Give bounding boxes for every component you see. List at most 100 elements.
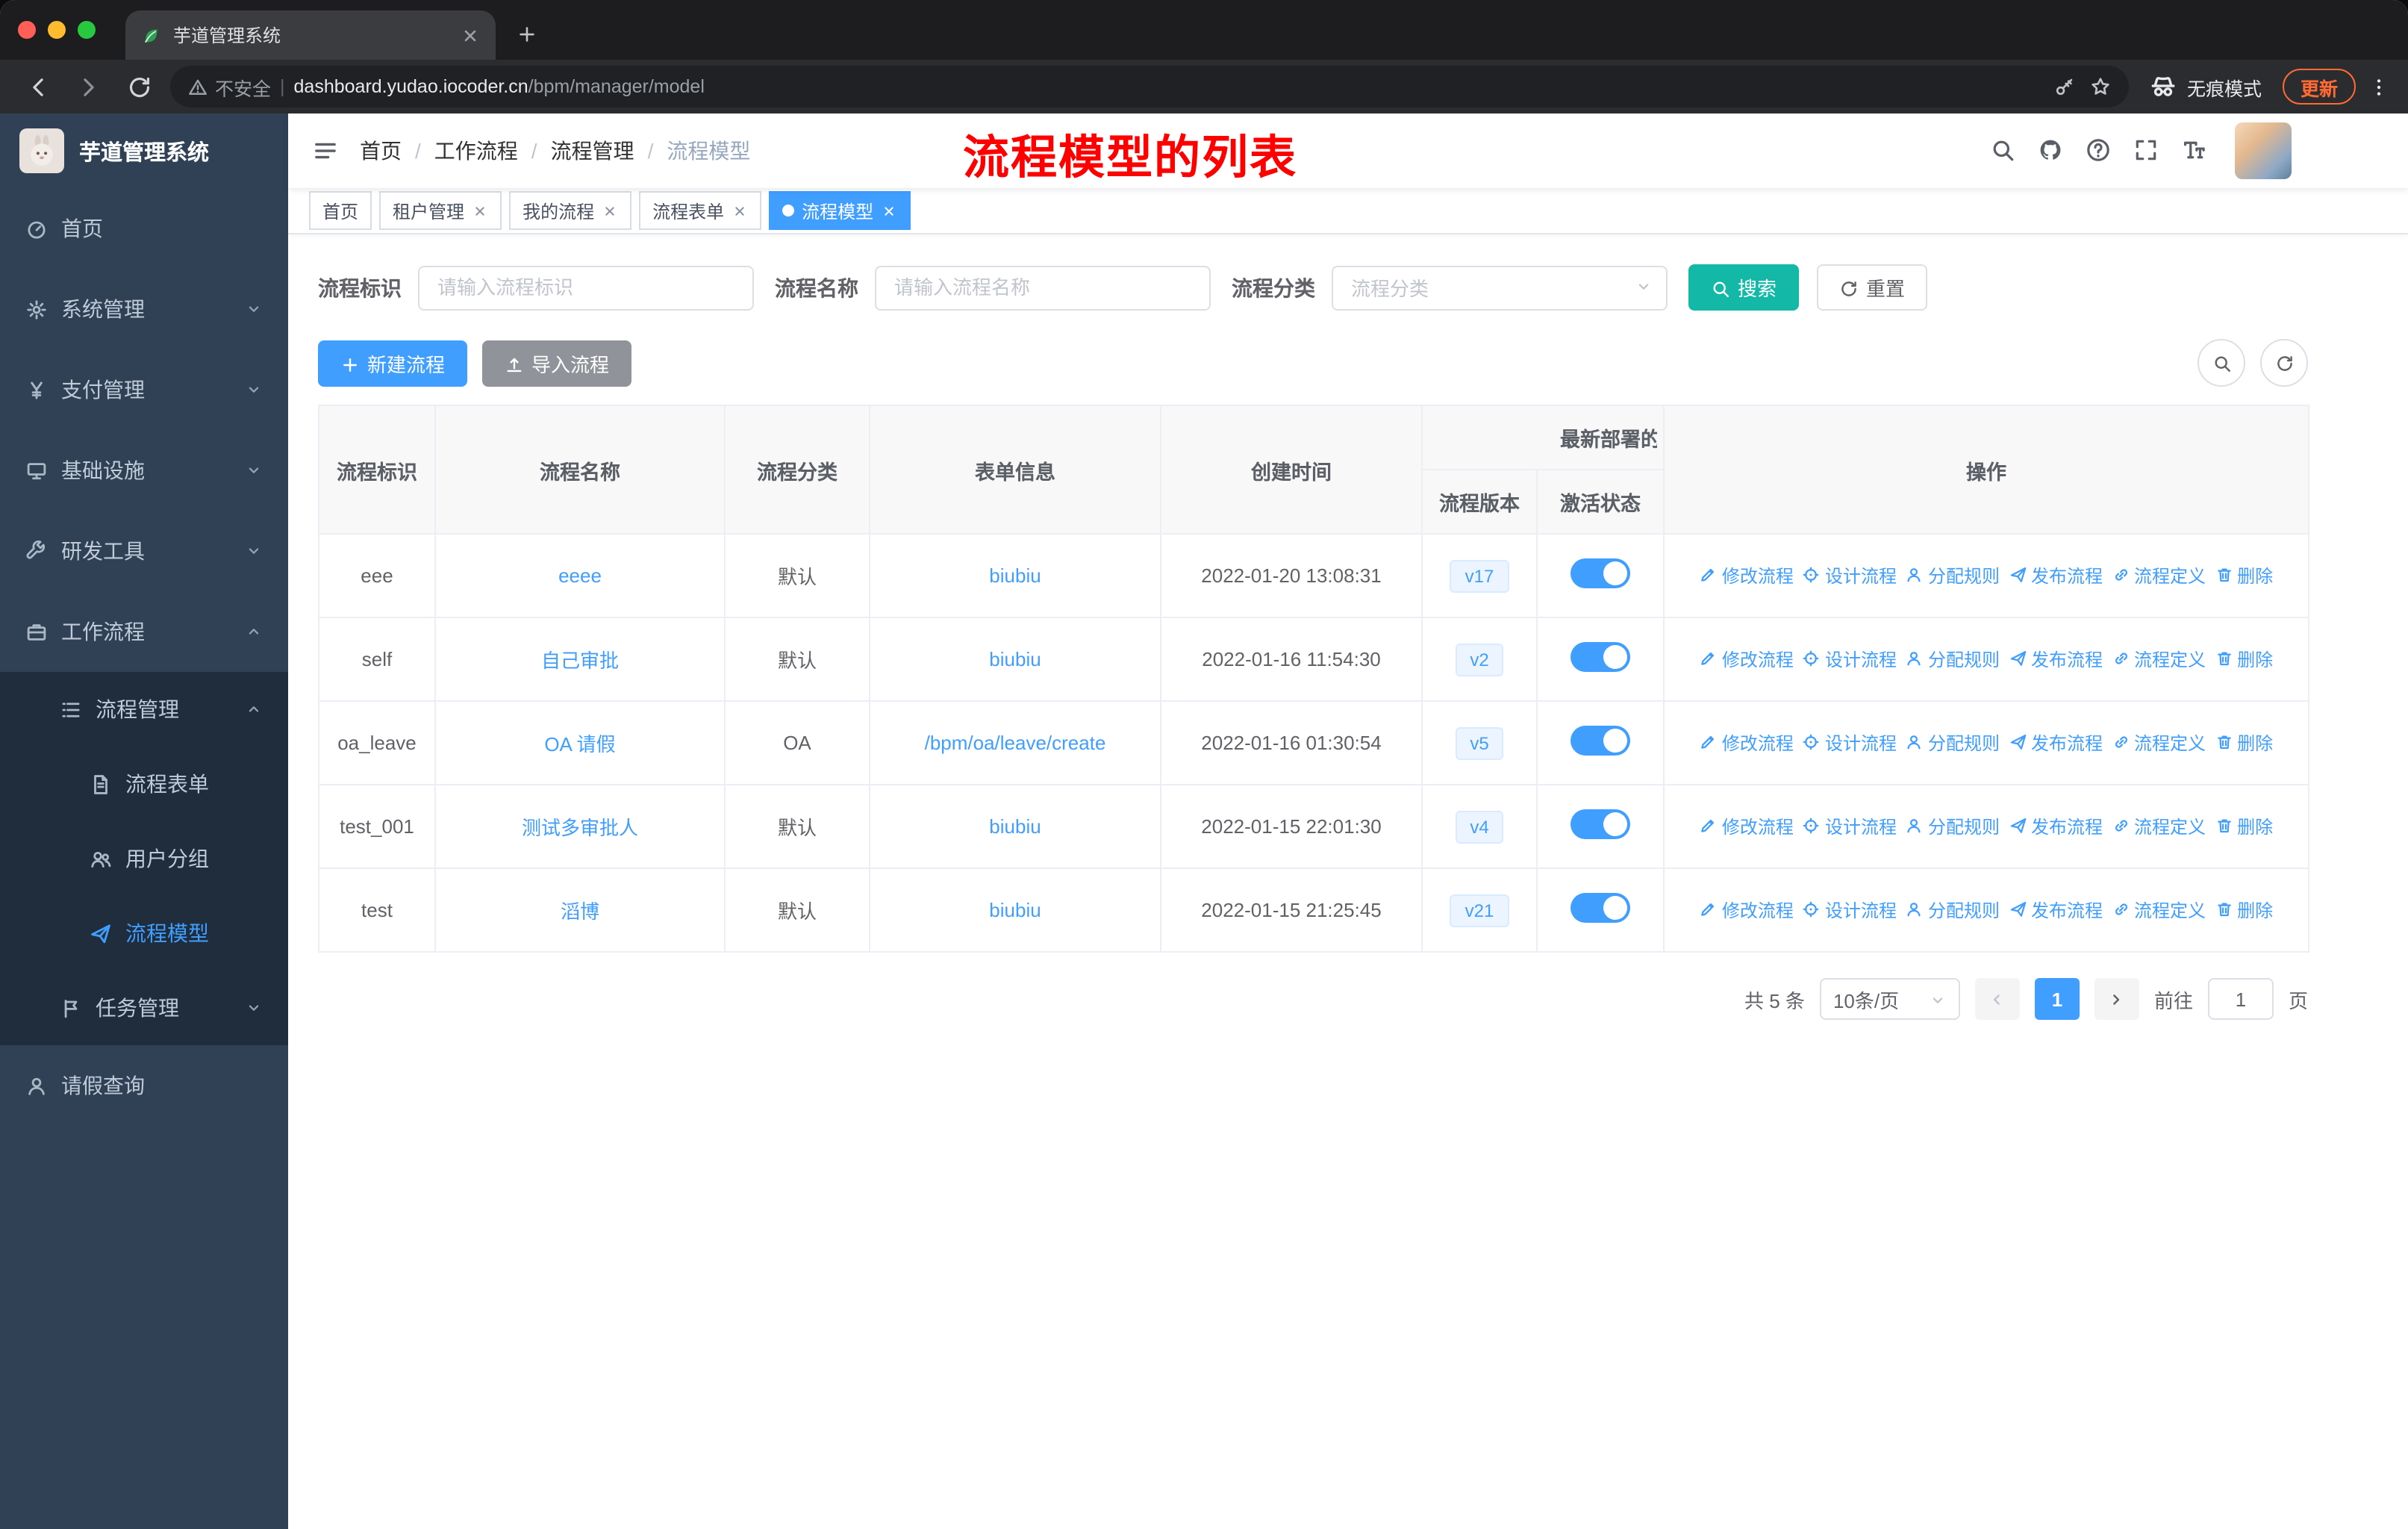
process-name-link[interactable]: eeee — [558, 564, 602, 587]
font-size-icon[interactable] — [2181, 137, 2206, 164]
process-name-link[interactable]: 测试多审批人 — [522, 817, 638, 839]
action-publish[interactable]: 发布流程 — [2009, 563, 2103, 588]
form-link[interactable]: biubiu — [989, 648, 1041, 670]
action-delete[interactable]: 删除 — [2215, 647, 2273, 672]
sidebar-item-process-form[interactable]: 流程表单 — [0, 747, 288, 821]
search-button[interactable]: 搜索 — [1688, 264, 1800, 311]
page-size-select[interactable]: 10条/页 — [1819, 978, 1960, 1020]
sidebar-item-system[interactable]: 系统管理 — [0, 269, 288, 349]
github-icon[interactable] — [2038, 137, 2063, 164]
import-process-button[interactable]: 导入流程 — [482, 340, 632, 386]
sidebar-toggle-button[interactable] — [312, 137, 339, 164]
action-definition[interactable]: 流程定义 — [2112, 897, 2206, 923]
action-design[interactable]: 设计流程 — [1803, 730, 1897, 756]
window-close-button[interactable] — [18, 21, 36, 39]
toggle-search-button[interactable] — [2198, 339, 2245, 387]
action-modify[interactable]: 修改流程 — [1700, 730, 1794, 756]
fullscreen-icon[interactable] — [2133, 137, 2159, 164]
next-page-button[interactable] — [2094, 978, 2139, 1020]
action-publish[interactable]: 发布流程 — [2009, 647, 2103, 672]
sidebar-item-devtools[interactable]: 研发工具 — [0, 511, 288, 591]
window-minimize-button[interactable] — [48, 21, 66, 39]
reload-button[interactable] — [119, 67, 158, 106]
tag-流程模型[interactable]: 流程模型 — [769, 191, 911, 230]
process-name-input[interactable] — [875, 265, 1211, 310]
browser-tab[interactable]: 芋道管理系统 — [125, 10, 496, 60]
process-name-link[interactable]: 滔博 — [561, 900, 599, 923]
sidebar-item-process-model[interactable]: 流程模型 — [0, 896, 288, 971]
new-tab-button[interactable] — [508, 15, 546, 54]
sidebar-item-task-management[interactable]: 任务管理 — [0, 971, 288, 1045]
create-process-button[interactable]: 新建流程 — [318, 340, 468, 386]
sidebar-item-leave-query[interactable]: 请假查询 — [0, 1045, 288, 1126]
user-avatar[interactable] — [2235, 122, 2292, 179]
sidebar-item-infrastructure[interactable]: 基础设施 — [0, 430, 288, 511]
form-link[interactable]: /bpm/oa/leave/create — [925, 732, 1106, 754]
sidebar-item-user-group[interactable]: 用户分组 — [0, 821, 288, 896]
action-publish[interactable]: 发布流程 — [2009, 814, 2103, 839]
refresh-table-button[interactable] — [2260, 339, 2308, 387]
action-definition[interactable]: 流程定义 — [2112, 814, 2206, 839]
tag-我的流程[interactable]: 我的流程 — [509, 191, 632, 230]
back-button[interactable] — [18, 67, 57, 106]
process-key-input[interactable] — [418, 265, 754, 310]
sidebar-item-workflow[interactable]: 工作流程 — [0, 591, 288, 672]
process-name-link[interactable]: 自己审批 — [541, 650, 619, 672]
action-assign[interactable]: 分配规则 — [1906, 730, 2000, 756]
action-modify[interactable]: 修改流程 — [1700, 647, 1794, 672]
action-definition[interactable]: 流程定义 — [2112, 730, 2206, 756]
tag-租户管理[interactable]: 租户管理 — [379, 191, 502, 230]
current-page-button[interactable]: 1 — [2034, 978, 2080, 1020]
action-design[interactable]: 设计流程 — [1803, 897, 1897, 923]
action-modify[interactable]: 修改流程 — [1700, 897, 1794, 923]
update-button[interactable]: 更新 — [2282, 69, 2356, 105]
category-select[interactable]: 流程分类 — [1332, 265, 1668, 310]
action-design[interactable]: 设计流程 — [1803, 814, 1897, 839]
forward-button[interactable] — [69, 67, 107, 106]
sidebar-item-payment[interactable]: 支付管理 — [0, 349, 288, 430]
action-design[interactable]: 设计流程 — [1803, 647, 1897, 672]
process-name-link[interactable]: OA 请假 — [544, 733, 615, 756]
window-zoom-button[interactable] — [78, 21, 96, 39]
breadcrumb-item[interactable]: 工作流程 — [434, 136, 518, 166]
action-modify[interactable]: 修改流程 — [1700, 814, 1794, 839]
active-switch[interactable] — [1570, 558, 1630, 588]
form-link[interactable]: biubiu — [989, 899, 1041, 921]
sidebar-item-process-management[interactable]: 流程管理 — [0, 672, 288, 747]
prev-page-button[interactable] — [1974, 978, 2020, 1020]
sidebar-item-home[interactable]: 首页 — [0, 188, 288, 269]
action-delete[interactable]: 删除 — [2215, 897, 2273, 923]
action-publish[interactable]: 发布流程 — [2009, 730, 2103, 756]
action-assign[interactable]: 分配规则 — [1906, 647, 2000, 672]
action-delete[interactable]: 删除 — [2215, 730, 2273, 756]
reset-button[interactable]: 重置 — [1817, 264, 1928, 311]
breadcrumb-item[interactable]: 流程管理 — [551, 136, 634, 166]
action-delete[interactable]: 删除 — [2215, 814, 2273, 839]
password-key-icon[interactable] — [2054, 75, 2075, 97]
action-design[interactable]: 设计流程 — [1803, 563, 1897, 588]
header-search-icon[interactable] — [1990, 137, 2015, 164]
action-definition[interactable]: 流程定义 — [2112, 647, 2206, 672]
action-publish[interactable]: 发布流程 — [2009, 897, 2103, 923]
breadcrumb-item[interactable]: 首页 — [360, 136, 402, 166]
form-link[interactable]: biubiu — [989, 815, 1041, 838]
action-assign[interactable]: 分配规则 — [1906, 814, 2000, 839]
active-switch[interactable] — [1570, 893, 1630, 923]
help-icon[interactable] — [2086, 137, 2111, 164]
tag-流程表单[interactable]: 流程表单 — [639, 191, 762, 230]
active-switch[interactable] — [1570, 726, 1630, 756]
active-switch[interactable] — [1570, 809, 1630, 839]
action-assign[interactable]: 分配规则 — [1906, 563, 2000, 588]
action-modify[interactable]: 修改流程 — [1700, 563, 1794, 588]
goto-page-input[interactable] — [2207, 978, 2274, 1020]
active-switch[interactable] — [1570, 642, 1630, 672]
tab-close-button[interactable] — [460, 24, 481, 46]
security-chip[interactable]: 不安全 — [188, 72, 271, 101]
browser-menu-button[interactable] — [2368, 75, 2390, 98]
action-assign[interactable]: 分配规则 — [1906, 897, 2000, 923]
action-definition[interactable]: 流程定义 — [2112, 563, 2206, 588]
address-bar[interactable]: 不安全 | dashboard.yudao.iocoder.cn/bpm/man… — [170, 66, 2129, 108]
bookmark-star-icon[interactable] — [2090, 75, 2111, 97]
tag-首页[interactable]: 首页 — [309, 191, 372, 230]
form-link[interactable]: biubiu — [989, 564, 1041, 587]
